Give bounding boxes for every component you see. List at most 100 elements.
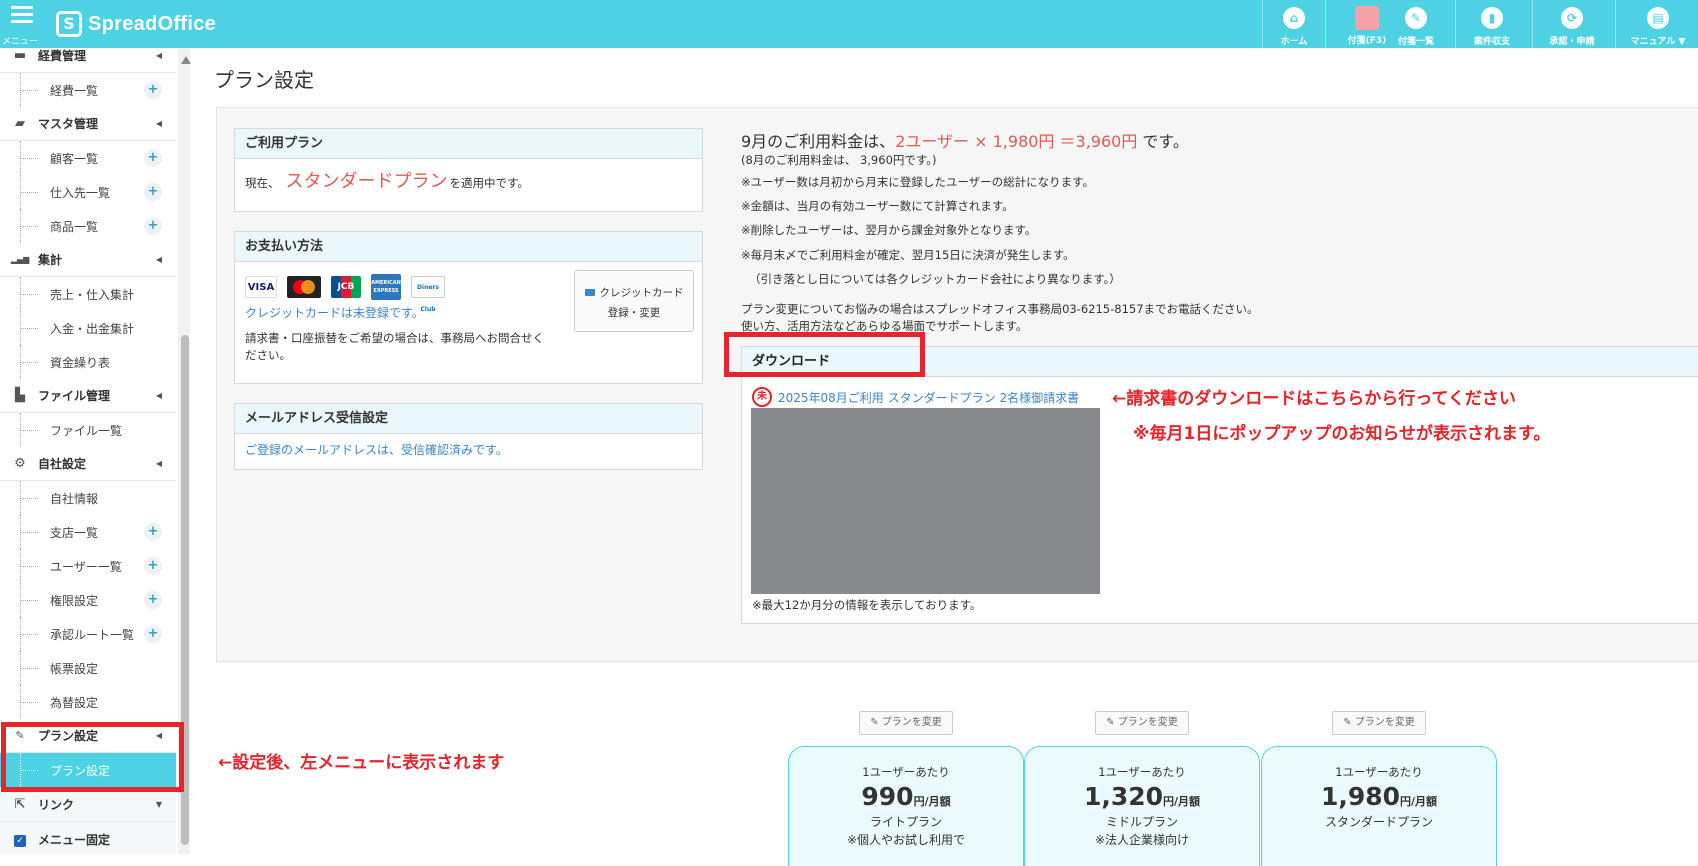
nav-home[interactable]: ⌂ ホーム [1264, 0, 1324, 48]
mastercard-icon [287, 276, 321, 298]
menu-label: メニュー [2, 37, 39, 47]
home-icon: ⌂ [1283, 7, 1305, 29]
sidebar-item-branches[interactable]: 支店一覧 + [0, 515, 176, 549]
mail-title: メールアドレス受信設定 [235, 404, 702, 434]
app-header: メニュー S SpreadOffice ⌂ ホーム 付箋(F3) ✎ 付箋一覧 … [0, 0, 1698, 48]
plan-name: スタンダードプラン [1324, 815, 1433, 829]
sidebar-item-cashflow[interactable]: 資金繰り表 [0, 345, 176, 379]
credit-card-register-button[interactable]: クレジットカード 登録・変更 [574, 270, 694, 332]
nav-sticky-list[interactable]: ✎ 付箋一覧 [1386, 0, 1446, 48]
sidebar-item-products[interactable]: 商品一覧 + [0, 209, 176, 243]
pin-icon: ✎ [1405, 7, 1427, 29]
sidebar-section-master[interactable]: ▰ マスタ管理 ◀ [0, 107, 176, 141]
signal-icon: ▂▄▆ [10, 255, 30, 264]
file-icon: ▙ [15, 388, 25, 403]
add-icon[interactable]: + [144, 557, 162, 575]
wrench-icon: ✎ [870, 717, 882, 728]
hamburger-icon [11, 6, 33, 23]
app-logo[interactable]: S SpreadOffice [56, 9, 216, 39]
add-icon[interactable]: + [144, 183, 162, 201]
header-divider [1262, 0, 1263, 48]
highlight-download [724, 332, 925, 377]
scroll-up-icon[interactable] [181, 56, 191, 64]
sidebar-section-company[interactable]: ⚙ 自社設定 ◀ [0, 447, 176, 481]
sidebar-item-exchange[interactable]: 為替設定 [0, 685, 176, 719]
sidebar-item-approval-routes[interactable]: 承認ルート一覧 + [0, 617, 176, 651]
plan-price: 990 [861, 782, 914, 811]
annotation-popup-hint: ※毎月1日にポップアップのお知らせが表示されます。 [1133, 424, 1551, 444]
add-icon[interactable]: + [144, 81, 162, 99]
menu-fixed-toggle[interactable]: ✓ メニュー固定 [0, 822, 176, 854]
plan-price: 1,980 [1320, 782, 1401, 811]
download-footnote: ※最大12か月分の情報を表示しております。 [752, 598, 982, 612]
plan-name: ミドルプラン [1105, 815, 1178, 829]
nav-approval[interactable]: ⟳ 承認・申請 [1539, 0, 1605, 48]
header-divider [1455, 0, 1456, 48]
card-unregistered-text: クレジットカードは未登録です。 [245, 306, 424, 320]
plan-price: 1,320 [1083, 782, 1164, 811]
add-icon[interactable]: + [144, 591, 162, 609]
sidebar-item-forms[interactable]: 帳票設定 [0, 651, 176, 685]
wrench-icon: ✎ [1106, 717, 1118, 728]
logo-icon: S [56, 11, 82, 37]
add-icon[interactable]: + [144, 625, 162, 643]
header-divider [1532, 0, 1533, 48]
sidebar-section-expense[interactable]: ▬ 経費管理 ◀ [0, 48, 176, 73]
change-plan-button-standard[interactable]: ✎ プランを変更 [1332, 711, 1426, 735]
sidebar-item-users[interactable]: ユーザー一覧 + [0, 549, 176, 583]
change-plan-button-middle[interactable]: ✎ プランを変更 [1095, 711, 1189, 735]
sidebar-section-files[interactable]: ▙ ファイル管理 ◀ [0, 379, 176, 413]
sidebar-item-customers[interactable]: 顧客一覧 + [0, 141, 176, 175]
page-title: プラン設定 [214, 68, 314, 92]
book-icon: ▤ [1647, 7, 1669, 29]
nav-project-balance[interactable]: ▮ 案件収支 [1462, 0, 1522, 48]
menu-button[interactable]: メニュー [0, 0, 44, 48]
visa-card-icon: VISA [245, 276, 277, 298]
plan-card-middle: 1ユーザーあたり 1,320円/月額 ミドルプラン ※法人企業様向け [1024, 746, 1260, 866]
payment-note: 請求書・口座振替をご希望の場合は、事務局へお問合せください。 [245, 331, 544, 362]
sidebar-item-expense-list[interactable]: 経費一覧 + [0, 73, 176, 107]
caret-left-icon: ◀ [155, 255, 162, 264]
fee-note: （引き落とし日については各クレジットカード会社により異なります。） [749, 272, 1121, 286]
fee-note: ※金額は、当月の有効ユーザー数にて計算されます。 [741, 199, 1014, 213]
payment-title: お支払い方法 [235, 232, 702, 262]
fee-summary: 9月のご利用料金は、2ユーザー × 1,980円 ＝3,960円 です。 [741, 132, 1189, 151]
card-icon: ▬ [13, 48, 27, 63]
jcb-card-icon: JCB [331, 276, 361, 298]
redacted-area [751, 408, 1100, 594]
fee-note: ※毎月末〆でご利用料金が確定、翌月15日に決済が発生します。 [741, 248, 1075, 262]
sidebar-link[interactable]: ⇱ リンク ▼ [0, 788, 176, 822]
current-plan-name: スタンダードプラン [285, 171, 448, 192]
refresh-icon: ⟳ [1561, 7, 1583, 29]
sidebar-section-aggregate[interactable]: ▂▄▆ 集計 ◀ [0, 243, 176, 277]
add-icon[interactable]: + [144, 523, 162, 541]
add-icon[interactable]: + [144, 149, 162, 167]
fee-note: ※削除したユーザーは、翌月から課金対象外となります。 [741, 223, 1037, 237]
current-plan-title: ご利用プラン [235, 129, 702, 159]
checkbox-checked-icon[interactable]: ✓ [10, 832, 30, 847]
folder-icon: ▰ [15, 116, 25, 131]
nav-manual[interactable]: ▤ マニュアル ▼ [1620, 0, 1696, 48]
add-icon[interactable]: + [144, 217, 162, 235]
unread-badge-icon: 未 [752, 387, 772, 407]
fee-calc: 2ユーザー × 1,980円 ＝3,960円 [895, 132, 1138, 151]
caret-left-icon: ◀ [155, 459, 162, 468]
mail-status: ご登録のメールアドレスは、受信確認済みです。 [245, 443, 508, 457]
caret-left-icon: ◀ [155, 391, 162, 400]
plan-note: ※法人企業様向け [1094, 833, 1190, 847]
plan-name: ライトプラン [869, 815, 942, 829]
caret-left-icon: ◀ [155, 51, 162, 60]
external-link-icon: ⇱ [14, 797, 26, 812]
sidebar-item-company-info[interactable]: 自社情報 [0, 481, 176, 515]
change-plan-button-light[interactable]: ✎ プランを変更 [859, 711, 953, 735]
amex-card-icon: AMERICAN EXPRESS [371, 274, 401, 300]
sidebar-item-file-list[interactable]: ファイル一覧 [0, 413, 176, 447]
header-divider [1325, 0, 1326, 48]
sidebar-item-permissions[interactable]: 権限設定 + [0, 583, 176, 617]
annotation-menu-hint: ←設定後、左メニューに表示されます [218, 753, 505, 773]
plan-card-standard: 1ユーザーあたり 1,980円/月額 スタンダードプラン [1261, 746, 1497, 866]
sidebar-item-suppliers[interactable]: 仕入先一覧 + [0, 175, 176, 209]
invoice-download-link[interactable]: 2025年08月ご利用 スタンダードプラン 2名様御請求書 [778, 389, 1079, 406]
sidebar-item-payment-aggregate[interactable]: 入金・出金集計 [0, 311, 176, 345]
sidebar-item-sales-aggregate[interactable]: 売上・仕入集計 [0, 277, 176, 311]
